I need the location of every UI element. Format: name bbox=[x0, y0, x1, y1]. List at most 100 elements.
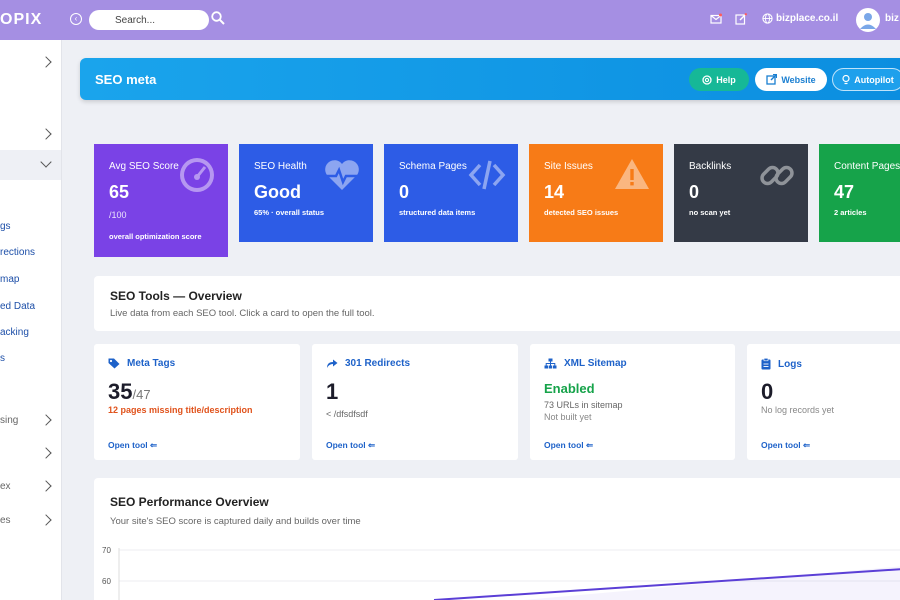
open-tool-link[interactable]: Open tool ⇐ bbox=[761, 440, 810, 451]
tool-name: Logs bbox=[778, 358, 802, 370]
sidebar-item-structured-data[interactable]: ed Data bbox=[0, 301, 35, 312]
help-button[interactable]: Help bbox=[689, 68, 749, 91]
sidebar-group-4[interactable] bbox=[0, 444, 61, 466]
tool-card-logs[interactable]: Logs 0 No log records yet Open tool ⇐ bbox=[747, 344, 900, 460]
stat-card-seo-score[interactable]: Avg SEO Score 65 /100 overall optimizati… bbox=[94, 144, 228, 257]
page-header: SEO meta Help Website Autopilot bbox=[80, 58, 900, 100]
sidebar-group-2[interactable] bbox=[0, 125, 61, 147]
autopilot-button[interactable]: Autopilot bbox=[832, 68, 900, 91]
chevron-right-icon bbox=[40, 128, 52, 140]
tool-value: 35/47 bbox=[108, 379, 151, 405]
tool-value: Enabled bbox=[544, 381, 595, 396]
stat-title: Avg SEO Score bbox=[109, 161, 179, 172]
sidebar-item-links[interactable]: s bbox=[0, 353, 5, 364]
section-subtitle: Live data from each SEO tool. Click a ca… bbox=[110, 308, 375, 319]
chevron-right-icon bbox=[40, 480, 52, 492]
tool-detail: < /dfsdfsdf bbox=[326, 409, 368, 419]
collapse-sidebar-icon[interactable]: ‹ bbox=[70, 13, 82, 25]
open-tool-link[interactable]: Open tool ⇐ bbox=[326, 440, 375, 451]
stat-value: 0 bbox=[399, 182, 410, 202]
open-tool-link[interactable]: Open tool ⇐ bbox=[108, 440, 157, 451]
sidebar-group-5[interactable]: ex bbox=[0, 477, 61, 499]
globe-icon bbox=[762, 13, 773, 24]
stat-title: Site Issues bbox=[544, 161, 593, 172]
stat-title: Schema Pages bbox=[399, 161, 467, 172]
tool-value: 0 bbox=[761, 379, 774, 404]
stat-subtitle: overall optimization score bbox=[109, 232, 202, 241]
stat-title: Backlinks bbox=[689, 161, 732, 172]
tool-value-number: 35 bbox=[108, 379, 133, 404]
chevron-right-icon bbox=[40, 447, 52, 459]
mail-icon[interactable] bbox=[710, 13, 722, 25]
stat-subtitle: 2 articles bbox=[834, 208, 867, 217]
stat-card-site-issues[interactable]: Site Issues 14 detected SEO issues bbox=[529, 144, 663, 242]
link-icon bbox=[760, 165, 794, 186]
lightbulb-icon bbox=[842, 74, 850, 84]
stat-denominator: /100 bbox=[109, 210, 127, 220]
stat-title: Content Pages bbox=[834, 161, 900, 172]
sidebar: gs rections map ed Data acking s sing ex… bbox=[0, 40, 62, 600]
tool-card-xml-sitemap[interactable]: XML Sitemap Enabled 73 URLs in sitemap N… bbox=[530, 344, 735, 460]
heartbeat-icon bbox=[325, 160, 359, 190]
edit-icon[interactable] bbox=[735, 13, 747, 25]
app-logo[interactable]: OPIX bbox=[0, 11, 42, 29]
performance-chart bbox=[118, 548, 900, 600]
stat-card-seo-health[interactable]: SEO Health Good 65% · overall status bbox=[239, 144, 373, 242]
sidebar-item-settings[interactable]: gs bbox=[0, 221, 11, 232]
stat-card-content-pages[interactable]: Content Pages 47 2 articles bbox=[819, 144, 900, 242]
tool-value-total: /47 bbox=[132, 387, 151, 402]
help-label: Help bbox=[716, 74, 736, 85]
sidebar-group-1[interactable] bbox=[0, 53, 61, 75]
search-input[interactable] bbox=[89, 10, 209, 30]
website-button[interactable]: Website bbox=[755, 68, 827, 91]
tag-icon bbox=[108, 358, 120, 369]
sidebar-item-label: es bbox=[0, 515, 11, 526]
sidebar-group-3[interactable]: sing bbox=[0, 411, 61, 433]
tool-card-meta-tags[interactable]: Meta Tags 35/47 12 pages missing title/d… bbox=[94, 344, 300, 460]
stat-value: 14 bbox=[544, 182, 565, 202]
tool-detail: 12 pages missing title/description bbox=[108, 405, 253, 415]
chevron-right-icon bbox=[40, 56, 52, 68]
stat-card-backlinks[interactable]: Backlinks 0 no scan yet bbox=[674, 144, 808, 242]
user-icon bbox=[860, 13, 876, 29]
chevron-right-icon bbox=[40, 514, 52, 526]
sidebar-item-sitemap[interactable]: map bbox=[0, 274, 19, 285]
tool-card-header: 301 Redirects bbox=[326, 358, 410, 369]
tool-detail: No log records yet bbox=[761, 405, 835, 415]
performance-panel: SEO Performance Overview Your site's SEO… bbox=[94, 478, 900, 600]
lifebuoy-icon bbox=[702, 74, 712, 85]
site-name: bizplace.co.il bbox=[776, 13, 839, 24]
tool-card-header: Logs bbox=[761, 358, 802, 370]
open-tool-link[interactable]: Open tool ⇐ bbox=[544, 440, 593, 451]
stat-subtitle: detected SEO issues bbox=[544, 208, 619, 217]
tool-detail-secondary: Not built yet bbox=[544, 412, 592, 422]
section-title: SEO Tools — Overview bbox=[110, 289, 242, 303]
site-link[interactable]: bizplace.co.il bbox=[762, 13, 838, 24]
stat-value: 65 bbox=[109, 182, 130, 202]
user-name[interactable]: biz bbox=[885, 13, 899, 24]
tool-card-header: XML Sitemap bbox=[544, 358, 627, 369]
sidebar-item-redirections[interactable]: rections bbox=[0, 247, 35, 258]
sidebar-item-label: sing bbox=[0, 415, 19, 426]
sidebar-group-6[interactable]: es bbox=[0, 511, 61, 533]
stat-card-schema-pages[interactable]: Schema Pages 0 structured data items bbox=[384, 144, 518, 242]
sidebar-item-tracking[interactable]: acking bbox=[0, 327, 29, 338]
tool-card-header: Meta Tags bbox=[108, 358, 175, 369]
chevron-down-icon bbox=[40, 156, 52, 168]
tool-card-redirects[interactable]: 301 Redirects 1 < /dfsdfsdf Open tool ⇐ bbox=[312, 344, 518, 460]
tool-name: XML Sitemap bbox=[564, 358, 627, 369]
stat-value: 47 bbox=[834, 182, 855, 202]
stat-subtitle: 65% · overall status bbox=[254, 208, 325, 217]
tools-overview-panel: SEO Tools — Overview Live data from each… bbox=[94, 276, 900, 331]
stat-title: SEO Health bbox=[254, 161, 307, 172]
stat-value: 0 bbox=[689, 182, 700, 202]
stat-subtitle: no scan yet bbox=[689, 208, 731, 217]
tool-detail: 73 URLs in sitemap bbox=[544, 400, 623, 410]
gauge-icon bbox=[180, 158, 214, 192]
code-icon bbox=[468, 160, 506, 190]
search-icon[interactable] bbox=[211, 11, 225, 25]
page-title: SEO meta bbox=[95, 72, 157, 87]
user-avatar[interactable] bbox=[856, 8, 880, 32]
sidebar-group-seo[interactable] bbox=[0, 150, 61, 180]
tool-name: Meta Tags bbox=[127, 358, 176, 369]
